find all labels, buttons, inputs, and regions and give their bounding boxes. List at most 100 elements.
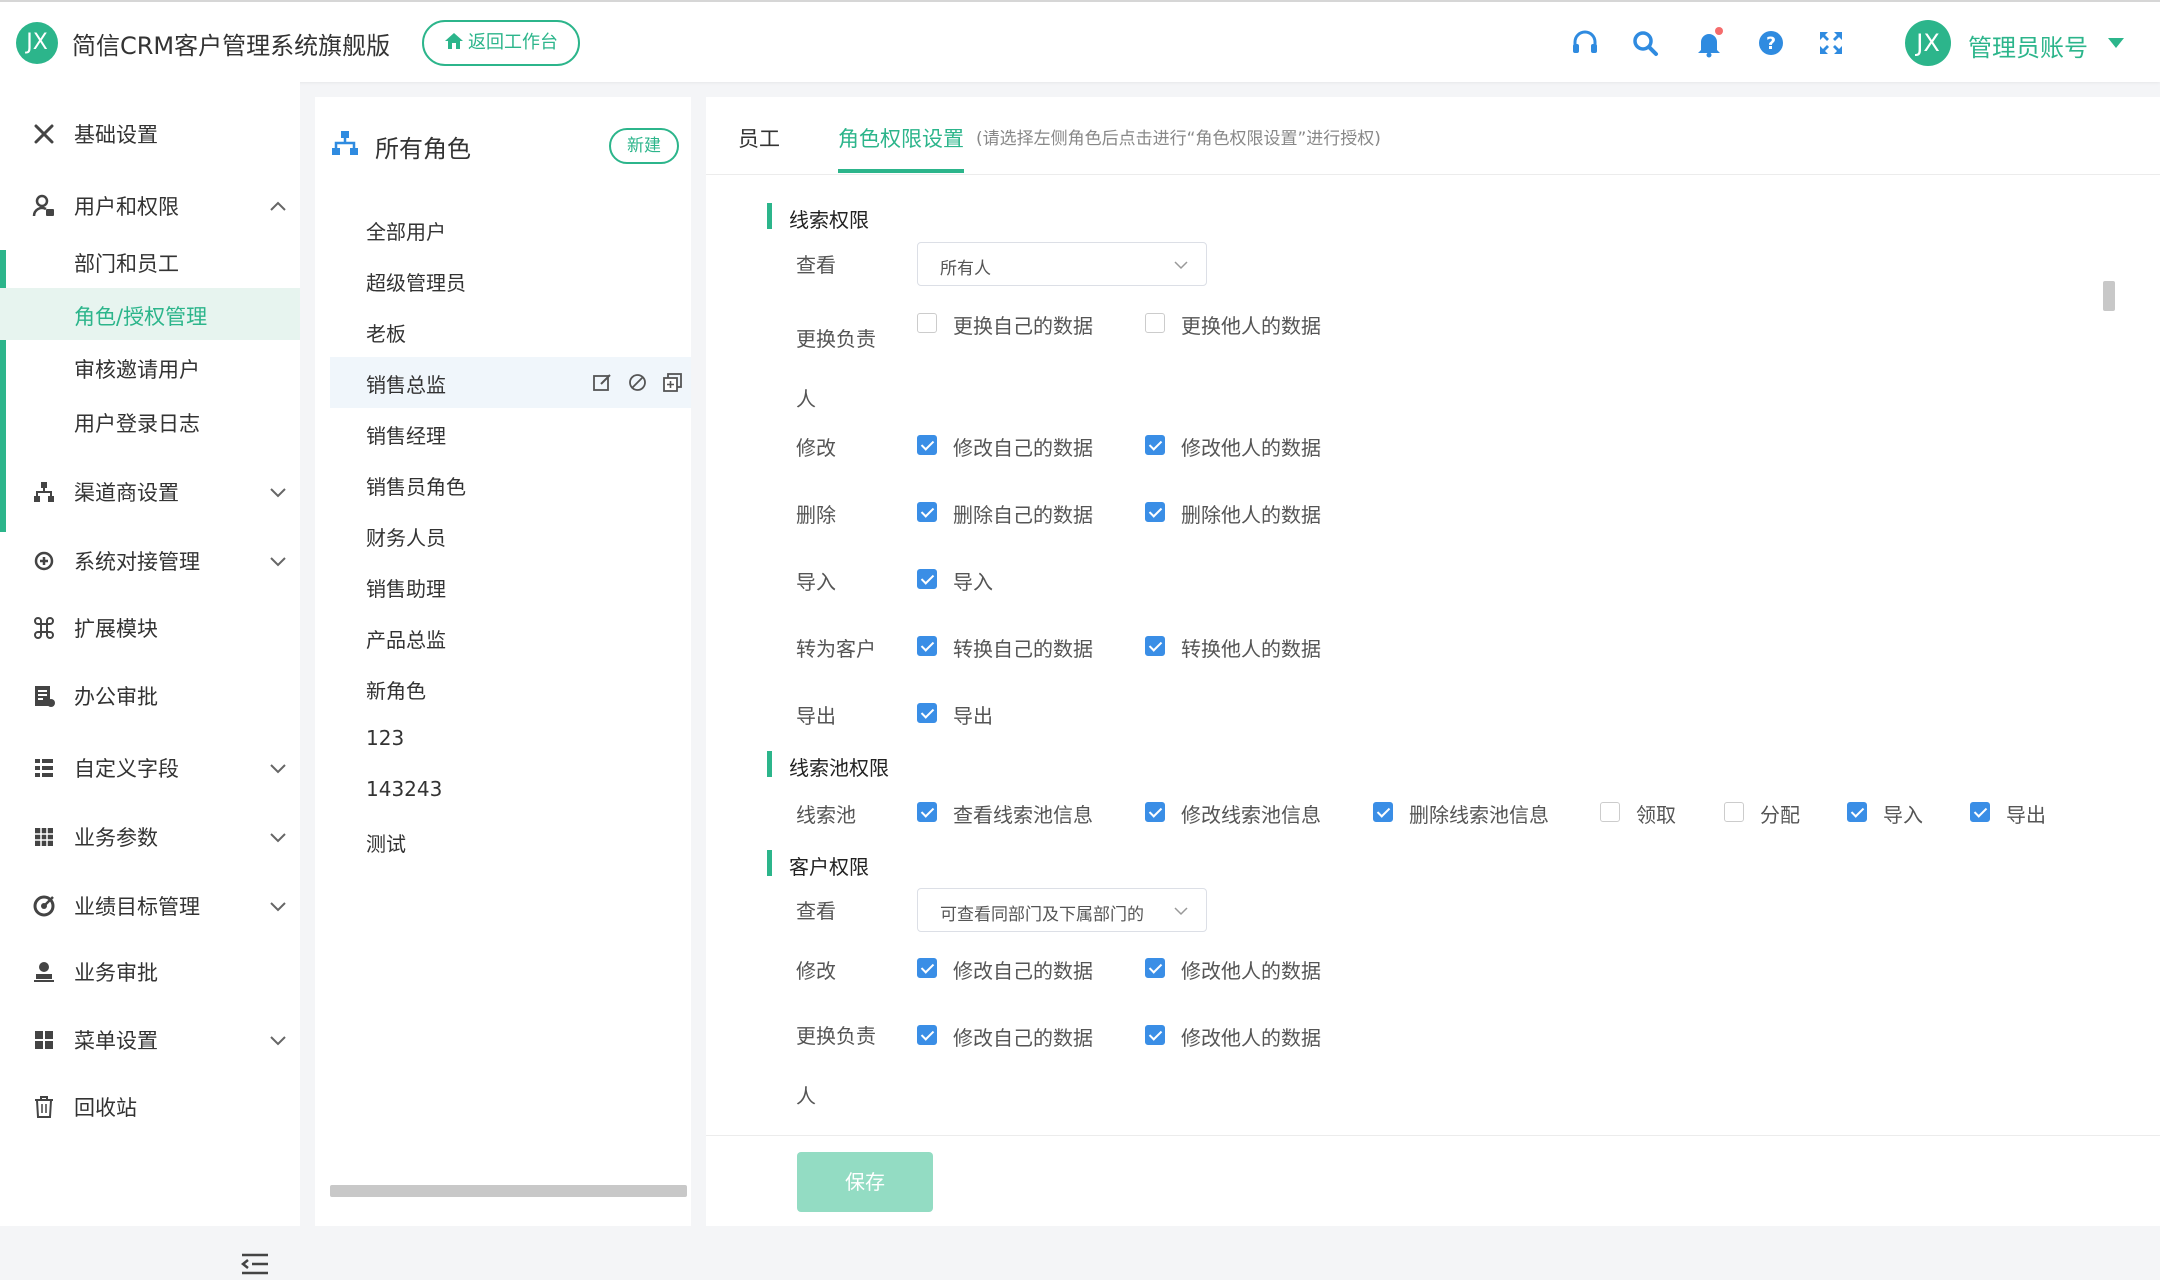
fullscreen-icon[interactable] (1814, 26, 1848, 60)
help-icon[interactable]: ? (1754, 26, 1788, 60)
checkbox-edit-own[interactable] (917, 435, 937, 455)
role-item[interactable]: 销售助理 (330, 561, 691, 612)
role-item[interactable]: 老板 (330, 306, 691, 357)
headset-icon[interactable] (1568, 26, 1602, 60)
sidebar-item-label: 系统对接管理 (74, 550, 200, 574)
sidebar-item-business-params[interactable]: 业务参数 (0, 809, 300, 863)
checkbox-pool-assign[interactable] (1724, 802, 1744, 822)
checkbox-change-others[interactable] (1145, 313, 1165, 333)
sidebar-item-label: 基础设置 (74, 123, 158, 147)
horizontal-scrollbar[interactable] (330, 1185, 687, 1197)
sidebar-subitem-roles[interactable]: 角色/授权管理 (0, 288, 300, 340)
checkbox-delete-others[interactable] (1145, 502, 1165, 522)
home-icon (445, 33, 463, 49)
role-item[interactable]: 销售员角色 (330, 459, 691, 510)
checkbox-convert-own[interactable] (917, 636, 937, 656)
role-item[interactable]: 超级管理员 (330, 255, 691, 306)
sidebar-item-channel[interactable]: 渠道商设置 (0, 464, 300, 518)
sidebar-subitem-login-log[interactable]: 用户登录日志 (0, 395, 300, 447)
sidebar-item-business-approval[interactable]: 业务审批 (0, 944, 300, 998)
plug-icon (32, 549, 56, 573)
disable-icon[interactable] (627, 372, 648, 393)
copy-icon[interactable] (662, 372, 683, 393)
checkbox-cust-change-others[interactable] (1145, 1025, 1165, 1045)
role-item[interactable]: 销售经理 (330, 408, 691, 459)
bell-icon[interactable] (1692, 26, 1726, 60)
user-name[interactable]: 管理员账号 (1968, 28, 2088, 63)
back-button-label: 返回工作台 (468, 32, 558, 53)
tab-role-permissions[interactable]: 角色权限设置 (838, 123, 964, 153)
sidebar-subitem-departments[interactable]: 部门和员工 (0, 235, 300, 287)
checkbox-label: 导出 (2006, 803, 2046, 827)
save-button[interactable]: 保存 (797, 1152, 933, 1212)
checkbox-label: 导入 (1883, 803, 1923, 827)
checkbox-pool-delete[interactable] (1373, 802, 1393, 822)
stamp-icon (32, 960, 56, 984)
role-item[interactable]: 产品总监 (330, 612, 691, 663)
checkbox-convert-others[interactable] (1145, 636, 1165, 656)
edit-icon[interactable] (592, 372, 613, 393)
checkbox-delete-own[interactable] (917, 502, 937, 522)
checkbox-label: 转换他人的数据 (1181, 637, 1321, 661)
role-item[interactable]: 全部用户 (330, 204, 691, 255)
role-item[interactable]: 测试 (330, 816, 691, 867)
sidebar-item-label: 用户和权限 (74, 195, 179, 219)
section-marker (767, 850, 772, 876)
sidebar-item-basic-settings[interactable]: 基础设置 (0, 106, 300, 160)
collapse-sidebar-icon[interactable] (240, 1252, 270, 1276)
role-item[interactable]: 123 (330, 714, 691, 765)
customer-view-select[interactable]: 可查看同部门及下属部门的 (917, 888, 1207, 932)
back-to-workbench-button[interactable]: 返回工作台 (422, 20, 580, 66)
sidebar-subitem-label: 部门和员工 (74, 252, 179, 276)
chevron-down-icon (1174, 257, 1188, 271)
checkbox-pool-export[interactable] (1970, 802, 1990, 822)
org-chart-icon (32, 480, 56, 504)
role-item-active[interactable]: 销售总监 (330, 357, 691, 408)
checkbox-change-own[interactable] (917, 313, 937, 333)
sidebar-item-integration[interactable]: 系统对接管理 (0, 533, 300, 587)
row-label-view: 查看 (796, 253, 836, 277)
checkbox-pool-view[interactable] (917, 802, 937, 822)
role-label: 123 (366, 726, 405, 750)
checkbox-pool-claim[interactable] (1600, 802, 1620, 822)
checkbox-edit-others[interactable] (1145, 435, 1165, 455)
sidebar-item-label: 办公审批 (74, 685, 158, 709)
sidebar-item-label: 业绩目标管理 (74, 895, 200, 919)
sidebar-item-users-permissions[interactable]: 用户和权限 (0, 178, 300, 232)
vertical-scrollbar[interactable] (2103, 281, 2115, 311)
sidebar-item-performance-goals[interactable]: 业绩目标管理 (0, 878, 300, 932)
role-item[interactable]: 143243 (330, 765, 691, 816)
checkbox-cust-change-own[interactable] (917, 1025, 937, 1045)
sidebar-item-extensions[interactable]: 扩展模块 (0, 600, 300, 654)
checkbox-cust-edit-others[interactable] (1145, 958, 1165, 978)
checkbox-pool-edit[interactable] (1145, 802, 1165, 822)
role-label: 销售助理 (366, 577, 446, 601)
checkbox-export[interactable] (917, 703, 937, 723)
caret-down-icon[interactable] (2108, 38, 2124, 48)
sidebar-item-recycle-bin[interactable]: 回收站 (0, 1079, 300, 1133)
chevron-up-icon (268, 196, 288, 216)
sidebar-item-menu-settings[interactable]: 菜单设置 (0, 1012, 300, 1066)
sidebar-item-custom-fields[interactable]: 自定义字段 (0, 740, 300, 794)
checkbox-cust-edit-own[interactable] (917, 958, 937, 978)
role-label: 新角色 (366, 679, 426, 703)
sidebar-item-office-approval[interactable]: 办公审批 (0, 668, 300, 722)
role-item[interactable]: 新角色 (330, 663, 691, 714)
lead-view-select[interactable]: 所有人 (917, 242, 1207, 286)
row-label-change-owner: 更换负责人 (796, 327, 876, 411)
search-icon[interactable] (1628, 26, 1662, 60)
row-label-import: 导入 (796, 570, 836, 594)
tab-staff[interactable]: 员工 (738, 123, 780, 153)
user-avatar[interactable]: JX (1905, 20, 1951, 66)
checkbox-pool-import[interactable] (1847, 802, 1867, 822)
doc-approve-icon (32, 684, 56, 708)
sidebar-subitem-review-invites[interactable]: 审核邀请用户 (0, 341, 300, 393)
new-role-button[interactable]: 新建 (609, 128, 679, 164)
checkbox-import[interactable] (917, 569, 937, 589)
role-label: 测试 (366, 832, 406, 856)
roles-title: 所有角色 (375, 135, 471, 163)
role-item[interactable]: 财务人员 (330, 510, 691, 561)
checkbox-label: 查看线索池信息 (953, 803, 1093, 827)
command-icon (32, 616, 56, 640)
notification-dot (1715, 27, 1723, 35)
